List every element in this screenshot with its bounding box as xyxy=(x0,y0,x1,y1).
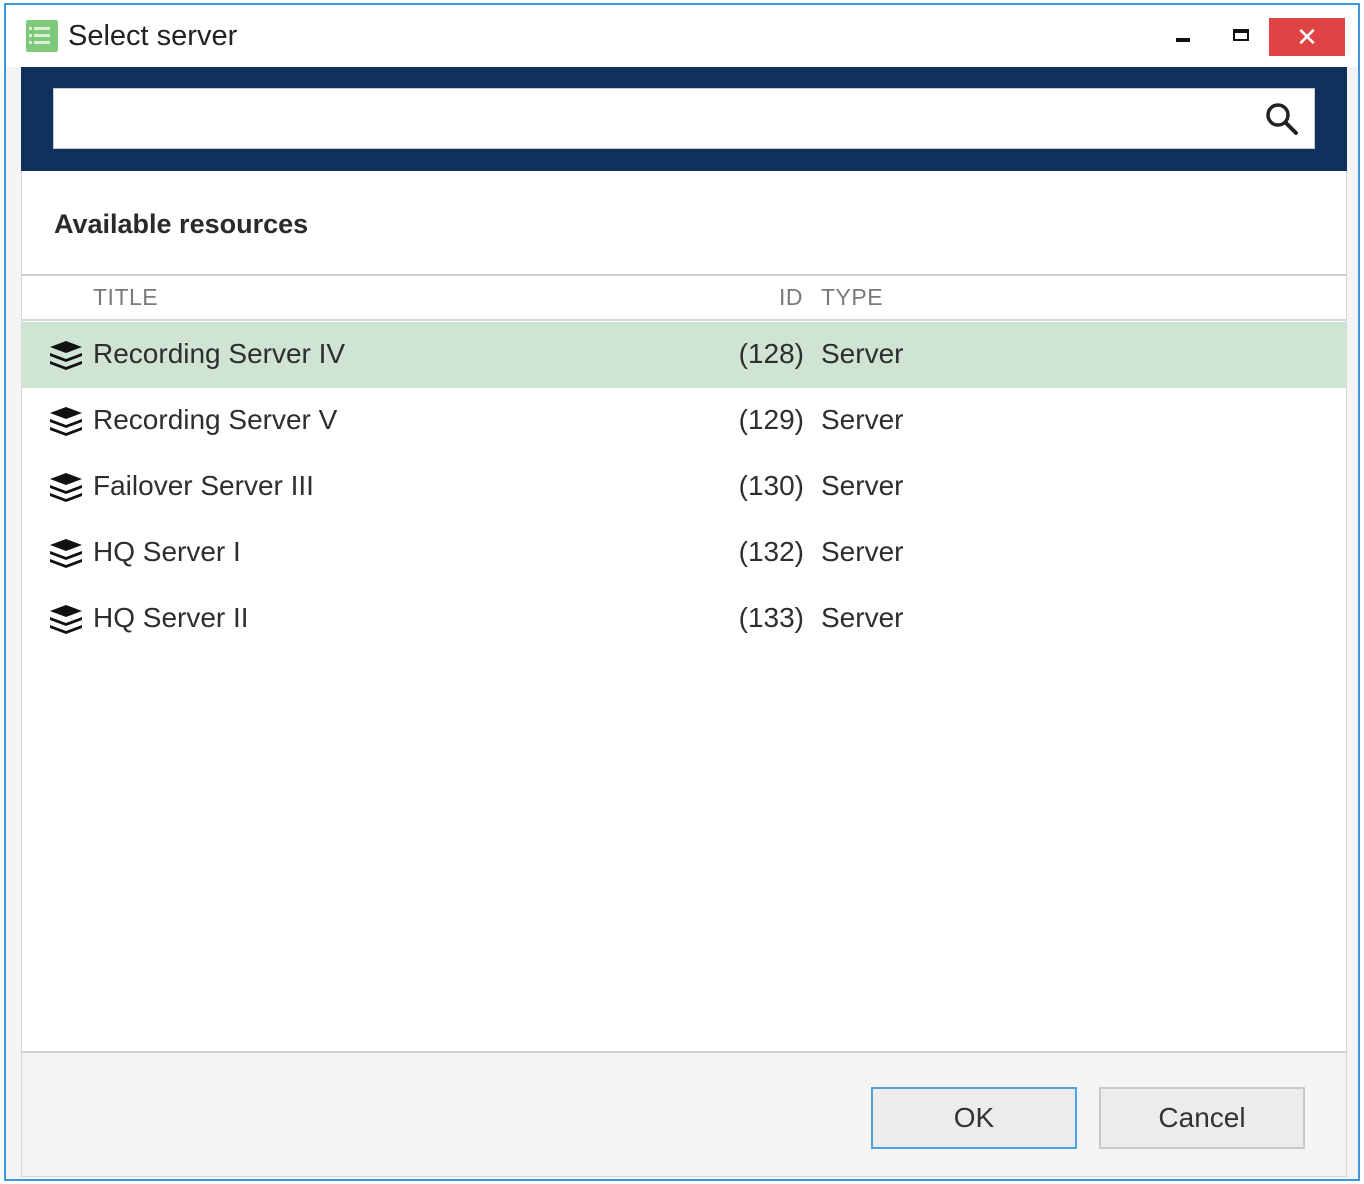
column-header-id[interactable]: ID xyxy=(22,284,803,311)
dialog-footer: OK Cancel xyxy=(21,1051,1347,1177)
minimize-button[interactable] xyxy=(1158,17,1208,53)
row-id: (129) xyxy=(738,404,804,435)
row-id: (128) xyxy=(738,338,804,369)
table-header: TITLE ID TYPE xyxy=(22,274,1346,321)
row-id: (133) xyxy=(738,602,804,633)
row-type: Server xyxy=(821,470,904,501)
row-id: (132) xyxy=(738,536,804,567)
table-row[interactable]: Failover Server III (130) Server xyxy=(22,454,1346,520)
row-id: (130) xyxy=(738,470,804,501)
column-header-type[interactable]: TYPE xyxy=(821,284,883,311)
resource-list: Recording Server IV (128) Server Recordi… xyxy=(22,322,1346,652)
maximize-button[interactable] xyxy=(1216,17,1266,53)
resources-panel: Available resources TITLE ID TYPE Record… xyxy=(21,171,1347,1051)
maximize-icon xyxy=(1233,29,1249,41)
close-button[interactable]: ✕ xyxy=(1269,18,1345,56)
search-band xyxy=(21,67,1347,171)
minimize-icon xyxy=(1176,38,1190,42)
search-icon[interactable] xyxy=(1264,101,1300,137)
search-box[interactable] xyxy=(53,88,1315,149)
row-type: Server xyxy=(821,536,904,567)
table-row[interactable]: HQ Server I (132) Server xyxy=(22,520,1346,586)
ok-button[interactable]: OK xyxy=(871,1087,1077,1149)
close-icon: ✕ xyxy=(1296,21,1318,52)
select-server-dialog: Select server ✕ Available resources TITL… xyxy=(4,3,1360,1181)
row-type: Server xyxy=(821,602,904,633)
section-title: Available resources xyxy=(54,209,309,239)
row-type: Server xyxy=(821,338,904,369)
table-row[interactable]: Recording Server V (129) Server xyxy=(22,388,1346,454)
cancel-button[interactable]: Cancel xyxy=(1099,1087,1305,1149)
row-type: Server xyxy=(821,404,904,435)
table-row[interactable]: HQ Server II (133) Server xyxy=(22,586,1346,652)
title-bar: Select server ✕ xyxy=(6,5,1358,67)
window-title: Select server xyxy=(68,20,238,52)
search-input[interactable] xyxy=(62,95,1256,143)
table-row[interactable]: Recording Server IV (128) Server xyxy=(22,322,1346,388)
app-list-icon xyxy=(26,20,58,52)
